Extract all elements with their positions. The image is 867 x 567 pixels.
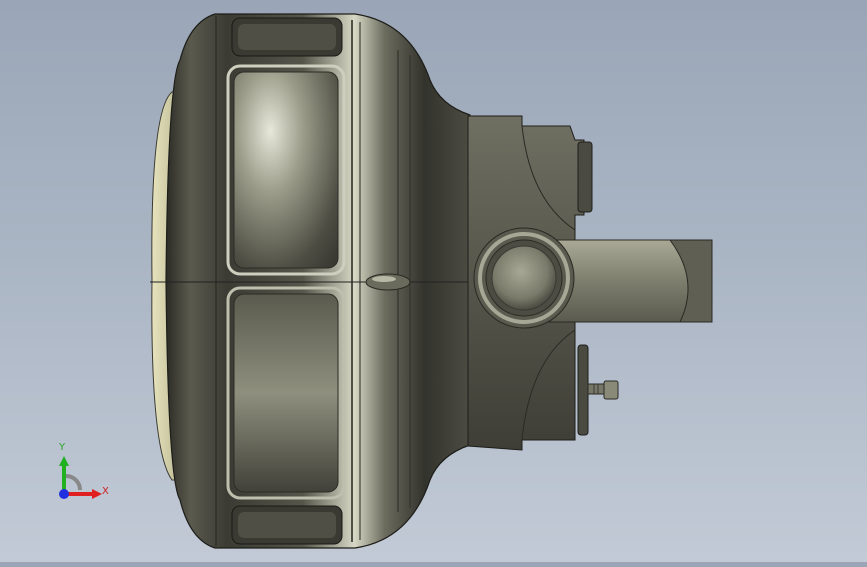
lower-panel [233,293,339,493]
back-cap [577,344,589,436]
y-axis-label: Y [59,442,66,453]
top-panel-inner [238,24,336,50]
center-nub-highlight [372,276,396,282]
coordinate-triad: Y X [40,438,120,508]
x-axis-label: X [102,486,109,497]
z-axis-dot [59,489,69,499]
back-cap [577,141,593,213]
triad-graphic [59,456,102,499]
screw-head [603,380,619,400]
graphics-viewport[interactable] [0,0,867,562]
upper-panel [233,71,339,269]
bolt-head [491,245,557,311]
bottom-panel-inner [238,512,336,538]
model-view[interactable] [0,0,867,562]
